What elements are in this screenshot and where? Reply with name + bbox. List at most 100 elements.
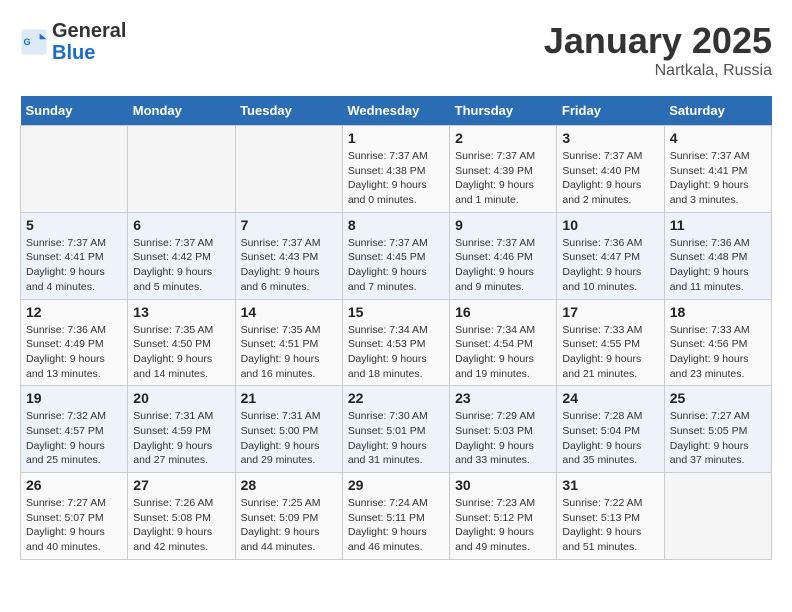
day-info: Sunrise: 7:29 AMSunset: 5:03 PMDaylight:… <box>455 409 551 468</box>
calendar-cell: 30 Sunrise: 7:23 AMSunset: 5:12 PMDayligh… <box>450 473 557 560</box>
calendar-cell: 1 Sunrise: 7:37 AMSunset: 4:38 PMDaylight… <box>342 126 449 213</box>
calendar-cell: 23 Sunrise: 7:29 AMSunset: 5:03 PMDayligh… <box>450 386 557 473</box>
day-number: 23 <box>455 390 551 406</box>
calendar-cell: 14Sunrise: 7:35 AMSunset: 4:51 PMDayligh… <box>235 299 342 386</box>
day-number: 22 <box>348 390 444 406</box>
day-number: 5 <box>26 217 122 233</box>
logo-text: General Blue <box>52 20 126 64</box>
day-info: Sunrise: 7:36 AMSunset: 4:48 PMDaylight:… <box>670 236 766 295</box>
day-number: 13 <box>133 304 229 320</box>
calendar-cell: 10Sunrise: 7:36 AMSunset: 4:47 PMDayligh… <box>557 212 664 299</box>
day-number: 1 <box>348 130 444 146</box>
day-info: Sunrise: 7:24 AMSunset: 5:11 PMDaylight:… <box>348 496 444 555</box>
day-number: 27 <box>133 477 229 493</box>
calendar-cell <box>21 126 128 213</box>
weekday-header-thursday: Thursday <box>450 96 557 126</box>
calendar-cell: 9 Sunrise: 7:37 AMSunset: 4:46 PMDaylight… <box>450 212 557 299</box>
calendar-cell: 7Sunrise: 7:37 AMSunset: 4:43 PMDaylight… <box>235 212 342 299</box>
calendar-cell: 13Sunrise: 7:35 AMSunset: 4:50 PMDayligh… <box>128 299 235 386</box>
day-info: Sunrise: 7:27 AMSunset: 5:05 PMDaylight:… <box>670 409 766 468</box>
logo-general: General <box>52 20 126 42</box>
day-info: Sunrise: 7:33 AMSunset: 4:55 PMDaylight:… <box>562 323 658 382</box>
svg-text:G: G <box>24 37 31 47</box>
calendar-table: SundayMondayTuesdayWednesdayThursdayFrid… <box>20 96 772 560</box>
location: Nartkala, Russia <box>544 62 772 80</box>
day-number: 31 <box>562 477 658 493</box>
calendar-cell: 27 Sunrise: 7:26 AMSunset: 5:08 PMDayligh… <box>128 473 235 560</box>
calendar-week-row: 12Sunrise: 7:36 AMSunset: 4:49 PMDayligh… <box>21 299 772 386</box>
day-info: Sunrise: 7:31 AMSunset: 5:00 PMDaylight:… <box>241 409 337 468</box>
day-number: 28 <box>241 477 337 493</box>
day-number: 21 <box>241 390 337 406</box>
weekday-header-tuesday: Tuesday <box>235 96 342 126</box>
day-number: 9 <box>455 217 551 233</box>
calendar-cell: 20Sunrise: 7:31 AMSunset: 4:59 PMDayligh… <box>128 386 235 473</box>
day-info: Sunrise: 7:34 AMSunset: 4:54 PMDaylight:… <box>455 323 551 382</box>
calendar-cell: 16 Sunrise: 7:34 AMSunset: 4:54 PMDayligh… <box>450 299 557 386</box>
weekday-header-row: SundayMondayTuesdayWednesdayThursdayFrid… <box>21 96 772 126</box>
day-number: 4 <box>670 130 766 146</box>
day-number: 30 <box>455 477 551 493</box>
day-info: Sunrise: 7:36 AMSunset: 4:49 PMDaylight:… <box>26 323 122 382</box>
logo: G General Blue <box>20 20 126 64</box>
calendar-cell: 28 Sunrise: 7:25 AMSunset: 5:09 PMDayligh… <box>235 473 342 560</box>
calendar-week-row: 5 Sunrise: 7:37 AMSunset: 4:41 PMDaylight… <box>21 212 772 299</box>
day-number: 10 <box>562 217 658 233</box>
day-info: Sunrise: 7:37 AMSunset: 4:42 PMDaylight:… <box>133 236 229 295</box>
day-number: 20 <box>133 390 229 406</box>
calendar-cell: 5 Sunrise: 7:37 AMSunset: 4:41 PMDaylight… <box>21 212 128 299</box>
calendar-cell: 11Sunrise: 7:36 AMSunset: 4:48 PMDayligh… <box>664 212 771 299</box>
calendar-cell: 19 Sunrise: 7:32 AMSunset: 4:57 PMDayligh… <box>21 386 128 473</box>
title-block: January 2025 Nartkala, Russia <box>544 20 772 80</box>
day-number: 6 <box>133 217 229 233</box>
day-info: Sunrise: 7:26 AMSunset: 5:08 PMDaylight:… <box>133 496 229 555</box>
calendar-cell: 26Sunrise: 7:27 AMSunset: 5:07 PMDayligh… <box>21 473 128 560</box>
month-title: January 2025 <box>544 20 772 62</box>
calendar-cell: 6 Sunrise: 7:37 AMSunset: 4:42 PMDaylight… <box>128 212 235 299</box>
day-number: 19 <box>26 390 122 406</box>
day-info: Sunrise: 7:28 AMSunset: 5:04 PMDaylight:… <box>562 409 658 468</box>
calendar-cell: 18 Sunrise: 7:33 AMSunset: 4:56 PMDayligh… <box>664 299 771 386</box>
day-info: Sunrise: 7:25 AMSunset: 5:09 PMDaylight:… <box>241 496 337 555</box>
day-number: 17 <box>562 304 658 320</box>
day-info: Sunrise: 7:37 AMSunset: 4:41 PMDaylight:… <box>670 149 766 208</box>
calendar-cell: 29 Sunrise: 7:24 AMSunset: 5:11 PMDayligh… <box>342 473 449 560</box>
calendar-cell: 31 Sunrise: 7:22 AMSunset: 5:13 PMDayligh… <box>557 473 664 560</box>
day-number: 8 <box>348 217 444 233</box>
day-info: Sunrise: 7:37 AMSunset: 4:45 PMDaylight:… <box>348 236 444 295</box>
calendar-cell: 15 Sunrise: 7:34 AMSunset: 4:53 PMDayligh… <box>342 299 449 386</box>
calendar-cell: 4 Sunrise: 7:37 AMSunset: 4:41 PMDaylight… <box>664 126 771 213</box>
calendar-cell: 25 Sunrise: 7:27 AMSunset: 5:05 PMDayligh… <box>664 386 771 473</box>
day-info: Sunrise: 7:37 AMSunset: 4:38 PMDaylight:… <box>348 149 444 208</box>
calendar-cell <box>235 126 342 213</box>
calendar-cell: 17 Sunrise: 7:33 AMSunset: 4:55 PMDayligh… <box>557 299 664 386</box>
logo-icon: G <box>20 28 48 56</box>
day-number: 2 <box>455 130 551 146</box>
calendar-cell: 12Sunrise: 7:36 AMSunset: 4:49 PMDayligh… <box>21 299 128 386</box>
calendar-cell: 22 Sunrise: 7:30 AMSunset: 5:01 PMDayligh… <box>342 386 449 473</box>
day-number: 15 <box>348 304 444 320</box>
calendar-cell <box>128 126 235 213</box>
calendar-cell: 3Sunrise: 7:37 AMSunset: 4:40 PMDaylight… <box>557 126 664 213</box>
day-info: Sunrise: 7:35 AMSunset: 4:51 PMDaylight:… <box>241 323 337 382</box>
day-info: Sunrise: 7:23 AMSunset: 5:12 PMDaylight:… <box>455 496 551 555</box>
day-number: 16 <box>455 304 551 320</box>
day-number: 29 <box>348 477 444 493</box>
day-info: Sunrise: 7:33 AMSunset: 4:56 PMDaylight:… <box>670 323 766 382</box>
day-info: Sunrise: 7:30 AMSunset: 5:01 PMDaylight:… <box>348 409 444 468</box>
day-info: Sunrise: 7:37 AMSunset: 4:46 PMDaylight:… <box>455 236 551 295</box>
day-info: Sunrise: 7:22 AMSunset: 5:13 PMDaylight:… <box>562 496 658 555</box>
day-info: Sunrise: 7:34 AMSunset: 4:53 PMDaylight:… <box>348 323 444 382</box>
day-info: Sunrise: 7:32 AMSunset: 4:57 PMDaylight:… <box>26 409 122 468</box>
calendar-week-row: 19 Sunrise: 7:32 AMSunset: 4:57 PMDayligh… <box>21 386 772 473</box>
day-number: 25 <box>670 390 766 406</box>
page-header: G General Blue January 2025 Nartkala, Ru… <box>20 20 772 80</box>
calendar-cell: 21 Sunrise: 7:31 AMSunset: 5:00 PMDayligh… <box>235 386 342 473</box>
calendar-cell: 2Sunrise: 7:37 AMSunset: 4:39 PMDaylight… <box>450 126 557 213</box>
day-number: 18 <box>670 304 766 320</box>
day-info: Sunrise: 7:37 AMSunset: 4:40 PMDaylight:… <box>562 149 658 208</box>
weekday-header-friday: Friday <box>557 96 664 126</box>
calendar-week-row: 26Sunrise: 7:27 AMSunset: 5:07 PMDayligh… <box>21 473 772 560</box>
day-info: Sunrise: 7:37 AMSunset: 4:41 PMDaylight:… <box>26 236 122 295</box>
calendar-cell: 8 Sunrise: 7:37 AMSunset: 4:45 PMDaylight… <box>342 212 449 299</box>
